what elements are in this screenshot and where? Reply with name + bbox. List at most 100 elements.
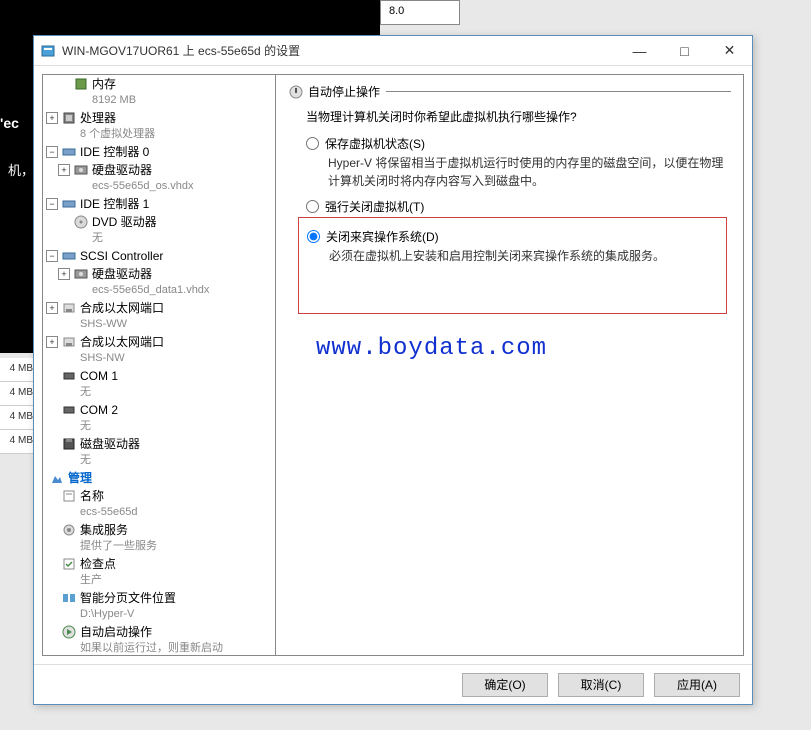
tree-item-label: 磁盘驱动器: [80, 436, 140, 452]
radio-label: 强行关闭虚拟机(T): [325, 198, 424, 215]
bg-cell: 8.0: [380, 0, 460, 25]
watermark-text: www.boydata.com: [316, 335, 547, 362]
management-icon: [49, 470, 65, 486]
tree-item[interactable]: 集成服务提供了一些服务: [43, 521, 275, 555]
section-title: 自动停止操作: [308, 83, 380, 100]
radio-option-shutdown-guest[interactable]: 关闭来宾操作系统(D): [307, 228, 726, 245]
bg-row-labels: 4 MB 4 MB 4 MB 4 MB: [0, 358, 35, 454]
apply-button[interactable]: 应用(A): [654, 673, 740, 697]
tree-item-label: 处理器: [80, 110, 155, 126]
tree-item-sublabel: ecs-55e65d_data1.vhdx: [92, 282, 209, 298]
tree-item-label: 自动启动操作: [80, 624, 223, 640]
tree-item-sublabel: 无: [80, 452, 140, 468]
tree-item-sublabel: 无: [92, 230, 157, 246]
nic-icon: [61, 300, 77, 316]
radio-save-state[interactable]: [306, 137, 319, 150]
expander-icon[interactable]: −: [46, 198, 58, 210]
bg-text-fragment: 机，: [8, 160, 34, 179]
dvd-icon: [73, 214, 89, 230]
name-icon: [61, 488, 77, 504]
tree-item[interactable]: 自动启动操作如果以前运行过，则重新启动: [43, 623, 275, 656]
tree-item[interactable]: − SCSI Controller: [43, 247, 275, 265]
tree-item[interactable]: − IDE 控制器 0: [43, 143, 275, 161]
settings-tree[interactable]: 内存8192 MB+处理器8 个虚拟处理器−IDE 控制器 0+硬盘驱动器ecs…: [42, 74, 276, 656]
tree-item[interactable]: −IDE 控制器 1: [43, 195, 275, 213]
section-icon: [288, 84, 304, 100]
tree-item-label: 智能分页文件位置: [80, 590, 176, 606]
section-divider: [386, 91, 731, 92]
hdd-icon: [73, 266, 89, 282]
tree-section-label: 管理: [68, 470, 92, 486]
close-button[interactable]: ✕: [707, 36, 752, 66]
tree-item-sublabel: 无: [80, 384, 118, 400]
tree-item[interactable]: 磁盘驱动器无: [43, 435, 275, 469]
com-icon: [61, 368, 77, 384]
tree-item[interactable]: COM 2无: [43, 401, 275, 435]
tree-item[interactable]: 检查点生产: [43, 555, 275, 589]
dialog-footer: 确定(O) 取消(C) 应用(A): [34, 664, 752, 704]
expander-icon[interactable]: +: [46, 302, 58, 314]
tree-item-sublabel: SHS-WW: [80, 316, 164, 332]
tree-item-label: 硬盘驱动器: [92, 162, 194, 178]
bg-text-fragment: 'ec: [0, 115, 19, 131]
maximize-button[interactable]: □: [662, 36, 707, 66]
window-title: WIN-MGOV17UOR61 上 ecs-55e65d 的设置: [62, 42, 617, 59]
tree-item-sublabel: D:\Hyper-V: [80, 606, 176, 622]
ok-button[interactable]: 确定(O): [462, 673, 548, 697]
tree-item[interactable]: 智能分页文件位置D:\Hyper-V: [43, 589, 275, 623]
expander-icon[interactable]: +: [58, 268, 70, 280]
expander-icon[interactable]: +: [58, 164, 70, 176]
tree-item-label: COM 1: [80, 368, 118, 384]
tree-item-sublabel: 无: [80, 418, 118, 434]
tree-item-label: 合成以太网端口: [80, 300, 164, 316]
tree-item-label: COM 2: [80, 402, 118, 418]
tree-item[interactable]: +合成以太网端口SHS-NW: [43, 333, 275, 367]
tree-item-label: 名称: [80, 488, 138, 504]
tree-item-sublabel: 8192 MB: [92, 92, 136, 108]
dialog-body: 内存8192 MB+处理器8 个虚拟处理器−IDE 控制器 0+硬盘驱动器ecs…: [34, 66, 752, 664]
expander-icon[interactable]: −: [46, 250, 58, 262]
tree-item[interactable]: + 合成以太网端口SHS-WW: [43, 299, 275, 333]
expander-icon[interactable]: +: [46, 112, 58, 124]
bg-row: 4 MB: [0, 358, 35, 382]
bg-row: 4 MB: [0, 430, 35, 454]
start-icon: [61, 624, 77, 640]
tree-item[interactable]: 名称ecs-55e65d: [43, 487, 275, 521]
tree-item-label: 检查点: [80, 556, 116, 572]
prompt-text: 当物理计算机关闭时你希望此虚拟机执行哪些操作?: [306, 108, 731, 125]
radio-turnoff[interactable]: [306, 200, 319, 213]
tree-item-label: 硬盘驱动器: [92, 266, 209, 282]
cancel-button[interactable]: 取消(C): [558, 673, 644, 697]
tree-item[interactable]: + 硬盘驱动器ecs-55e65d_os.vhdx: [43, 161, 275, 195]
tree-item-sublabel: ecs-55e65d_os.vhdx: [92, 178, 194, 194]
radio-option-turnoff[interactable]: 强行关闭虚拟机(T): [306, 198, 731, 215]
hdd-icon: [73, 162, 89, 178]
expander-icon[interactable]: −: [46, 146, 58, 158]
ide-icon: [61, 196, 77, 212]
tree-item[interactable]: 内存8192 MB: [43, 75, 275, 109]
minimize-button[interactable]: —: [617, 36, 662, 66]
radio-shutdown-guest[interactable]: [307, 230, 320, 243]
settings-dialog: WIN-MGOV17UOR61 上 ecs-55e65d 的设置 — □ ✕ 内…: [33, 35, 753, 705]
tree-item[interactable]: COM 1无: [43, 367, 275, 401]
titlebar[interactable]: WIN-MGOV17UOR61 上 ecs-55e65d 的设置 — □ ✕: [34, 36, 752, 66]
cpu-icon: [61, 110, 77, 126]
tree-item-label: IDE 控制器 0: [80, 144, 149, 160]
highlighted-option-box: 关闭来宾操作系统(D) 必须在虚拟机上安装和启用控制关闭来宾操作系统的集成服务。: [298, 217, 727, 314]
tree-item-sublabel: ecs-55e65d: [80, 504, 138, 520]
tree-item[interactable]: DVD 驱动器无: [43, 213, 275, 247]
ide-icon: [61, 144, 77, 160]
radio-option-save-state[interactable]: 保存虚拟机状态(S): [306, 135, 731, 152]
expander-icon[interactable]: +: [46, 336, 58, 348]
tree-item-sublabel: 提供了一些服务: [80, 538, 157, 554]
tree-item-sublabel: 生产: [80, 572, 116, 588]
settings-detail-panel: 自动停止操作 当物理计算机关闭时你希望此虚拟机执行哪些操作? 保存虚拟机状态(S…: [276, 74, 744, 656]
tree-item-sublabel: 8 个虚拟处理器: [80, 126, 155, 142]
tree-item-label: SCSI Controller: [80, 248, 163, 264]
tree-item-sublabel: 如果以前运行过，则重新启动: [80, 640, 223, 656]
com-icon: [61, 402, 77, 418]
radio-label: 保存虚拟机状态(S): [325, 135, 425, 152]
tree-item[interactable]: + 处理器8 个虚拟处理器: [43, 109, 275, 143]
floppy-icon: [61, 436, 77, 452]
tree-item[interactable]: + 硬盘驱动器ecs-55e65d_data1.vhdx: [43, 265, 275, 299]
